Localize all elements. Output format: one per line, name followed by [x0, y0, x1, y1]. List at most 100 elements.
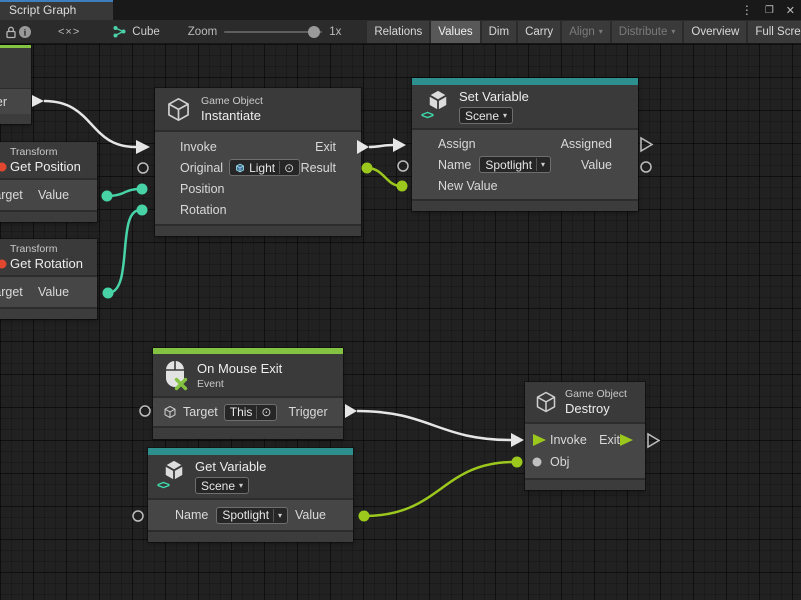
node-title: Destroy [565, 401, 627, 416]
object-picker-icon[interactable]: ⊙ [284, 162, 294, 174]
get-rotation-value-port[interactable] [103, 288, 114, 299]
fullscreen-button[interactable]: Full Screen [748, 21, 801, 43]
wire-getvariable-value-to-destroy-obj[interactable] [364, 462, 514, 516]
node-title: Set Variable [459, 89, 529, 104]
info-button[interactable]: i [18, 22, 32, 42]
target-object-field[interactable]: This ⊙ [224, 404, 278, 421]
gameobject-icon [163, 405, 177, 419]
dim-button[interactable]: Dim [482, 21, 516, 43]
chevron-down-icon: ▾ [503, 111, 507, 120]
node-title: Instantiate [201, 108, 263, 123]
obj-port-label: Obj [550, 455, 569, 469]
destroy-invoke-wire-arrow[interactable] [511, 433, 524, 447]
exit-port-label: Exit [315, 140, 336, 154]
window-close-icon[interactable]: ✕ [786, 4, 795, 17]
node-on-mouse-exit[interactable]: On Mouse Exit Event Target This ⊙ Trigge… [153, 348, 343, 439]
wire-instantiate-exit-to-setvariable-assign[interactable] [369, 145, 393, 147]
wire-getposition-value-to-instantiate-position[interactable] [107, 189, 140, 196]
instantiate-original-port[interactable] [138, 163, 148, 173]
value-port-label: Value [581, 158, 612, 172]
node-body: Invoke Exit Obj [525, 424, 645, 478]
wire-event-trigger-to-instantiate-invoke[interactable] [44, 101, 136, 147]
set-variable-assigned-port[interactable] [641, 138, 652, 151]
variable-icon: <> [158, 459, 186, 493]
destroy-obj-wire-end[interactable] [512, 457, 523, 468]
tab-script-graph[interactable]: Script Graph [0, 0, 113, 20]
trigger-port-label: Trigger [288, 405, 327, 419]
node-get-position[interactable]: Transform Get Position Target Value [0, 142, 97, 222]
variable-scope-dropdown[interactable]: Scene ▾ [195, 477, 249, 494]
value-port-label: Value [295, 508, 326, 522]
instantiate-result-port[interactable] [362, 163, 373, 174]
relations-button[interactable]: Relations [367, 21, 429, 43]
node-hidden-event[interactable]: Trigger [0, 45, 31, 124]
node-instantiate[interactable]: Game Object Instantiate Invoke Exit Orig… [155, 88, 361, 236]
set-variable-new-value-port[interactable] [397, 181, 408, 192]
carry-button[interactable]: Carry [518, 21, 560, 43]
chevron-down-icon: ▾ [239, 481, 243, 490]
node-footer [0, 212, 97, 222]
original-object-value: Light [249, 161, 275, 175]
original-object-field[interactable]: Light ⊙ [229, 159, 300, 176]
graph-breadcrumb[interactable]: Cube [112, 25, 160, 38]
node-footer [0, 309, 97, 319]
graph-canvas[interactable]: Trigger Transform Get Position Target Va… [0, 44, 801, 600]
graph-toolbar: i <×> Cube Zoom 1x Relations [0, 20, 801, 44]
edit-graph-button[interactable]: <×> [44, 26, 94, 38]
target-trigger-row: Target This ⊙ Trigger [153, 398, 343, 426]
cube-icon [534, 390, 558, 414]
original-port-label: Original [180, 161, 223, 175]
node-title: Get Rotation [10, 256, 83, 271]
on-mouse-exit-trigger-port[interactable] [345, 404, 357, 418]
set-variable-value-port[interactable] [641, 162, 651, 172]
zoom-slider-handle[interactable] [308, 26, 320, 38]
zoom-label: Zoom [188, 26, 217, 38]
variable-scope-dropdown[interactable]: Scene ▾ [459, 107, 513, 124]
wire-getrotation-value-to-instantiate-rotation[interactable] [108, 210, 140, 293]
destroy-exit-port[interactable] [648, 434, 659, 447]
set-variable-assign-port[interactable] [393, 138, 406, 152]
trigger-row: Trigger [0, 89, 31, 114]
chevron-down-icon: ▾ [599, 21, 603, 43]
overview-button[interactable]: Overview [684, 21, 746, 43]
distribute-button[interactable]: Distribute ▾ [612, 21, 683, 43]
get-position-value-port[interactable] [102, 191, 113, 202]
get-variable-value-port[interactable] [359, 511, 370, 522]
instantiate-rotation-port[interactable] [137, 205, 148, 216]
hidden-event-trigger-port[interactable] [32, 95, 44, 107]
get-variable-name-port[interactable] [133, 511, 143, 521]
zoom-slider[interactable] [224, 31, 322, 33]
wire-instantiate-result-to-setvariable-newvalue[interactable] [367, 168, 401, 186]
node-header: Game Object Instantiate [155, 88, 361, 130]
variable-name-dropdown[interactable]: Spotlight ▾ [479, 156, 551, 173]
instantiate-invoke-port[interactable] [136, 140, 150, 154]
window-maximize-icon[interactable]: ❐ [765, 5, 774, 16]
node-destroy[interactable]: Game Object Destroy Invoke Exit Obj [525, 382, 645, 490]
assigned-port-label: Assigned [561, 137, 612, 151]
lock-button[interactable] [4, 22, 18, 42]
values-button[interactable]: Values [431, 21, 479, 43]
node-title: Get Position [10, 159, 81, 174]
chevron-down-icon: ▾ [278, 511, 282, 520]
object-picker-icon[interactable]: ⊙ [261, 406, 271, 418]
node-set-variable[interactable]: <> Set Variable Scene ▾ Assign Assigned [412, 78, 638, 211]
align-button[interactable]: Align ▾ [562, 21, 610, 43]
node-footer [412, 201, 638, 211]
instantiate-position-port[interactable] [137, 184, 148, 195]
node-header: <> Set Variable Scene ▾ [412, 85, 638, 128]
mouse-exit-icon [163, 359, 188, 391]
target-port-label: Target [183, 405, 218, 419]
node-get-rotation[interactable]: Transform Get Rotation Target Value [0, 239, 97, 319]
node-footer [0, 114, 31, 124]
tab-title: Script Graph [9, 3, 76, 17]
invoke-port-label: Invoke [550, 433, 587, 447]
window-menu-icon[interactable]: ⋮ [741, 3, 753, 17]
wire-mouseexit-trigger-to-destroy-invoke[interactable] [357, 411, 511, 440]
zoom-value: 1x [329, 26, 341, 38]
exit-port-label: Exit [599, 433, 620, 447]
on-mouse-exit-target-port[interactable] [140, 406, 150, 416]
variable-name-dropdown[interactable]: Spotlight ▾ [216, 507, 288, 524]
set-variable-name-port[interactable] [398, 161, 408, 171]
variable-brackets-icon: <> [421, 108, 433, 122]
node-get-variable[interactable]: <> Get Variable Scene ▾ Name Spotlight ▾ [148, 448, 353, 542]
